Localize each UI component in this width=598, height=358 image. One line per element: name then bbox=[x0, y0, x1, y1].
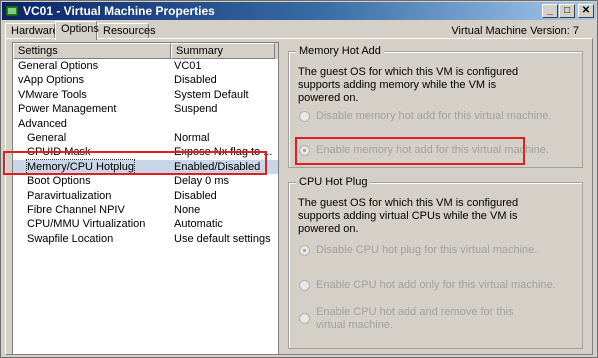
maximize-button[interactable]: □ bbox=[559, 4, 575, 18]
list-item-cpu-mmu-virtualization[interactable]: CPU/MMU Virtualization Automatic bbox=[13, 217, 278, 231]
list-item-boot-options[interactable]: Boot Options Delay 0 ms bbox=[13, 174, 278, 188]
setting-summary: Suspend bbox=[174, 103, 218, 116]
list-item-swapfile-location[interactable]: Swapfile Location Use default settings bbox=[13, 232, 278, 246]
list-item-paravirtualization[interactable]: Paravirtualization Disabled bbox=[13, 189, 278, 203]
list-item-advanced[interactable]: Advanced bbox=[13, 117, 278, 131]
cpu-hot-plug-description: The guest OS for which this VM is config… bbox=[298, 197, 519, 235]
radio-button-on[interactable] bbox=[299, 145, 310, 156]
list-item-cpuid-mask[interactable]: CPUID Mask Expose Nx flag to ... bbox=[13, 145, 278, 159]
list-item-fibre-channel-npiv[interactable]: Fibre Channel NPIV None bbox=[13, 203, 278, 217]
setting-summary: VC01 bbox=[174, 60, 202, 72]
setting-name: Swapfile Location bbox=[27, 232, 114, 245]
setting-summary: Normal bbox=[174, 131, 210, 144]
setting-summary: Automatic bbox=[174, 218, 223, 231]
list-item-vapp-options[interactable]: vApp Options Disabled bbox=[13, 73, 278, 87]
setting-summary: Enabled/Disabled bbox=[174, 160, 261, 173]
setting-name: General Options bbox=[18, 60, 99, 72]
setting-summary: Disabled bbox=[174, 74, 217, 87]
radio-button-off[interactable] bbox=[299, 111, 310, 122]
setting-name: CPUID Mask bbox=[27, 146, 91, 159]
list-header: Settings Summary bbox=[13, 43, 278, 59]
list-item-general[interactable]: General Normal bbox=[13, 131, 278, 145]
setting-name: Boot Options bbox=[27, 175, 91, 188]
radio-label: Enable CPU hot add and remove for this v… bbox=[316, 306, 514, 331]
setting-name: Memory/CPU Hotplug bbox=[26, 158, 135, 175]
setting-name: Fibre Channel NPIV bbox=[27, 203, 125, 216]
setting-name: vApp Options bbox=[18, 74, 85, 87]
radio-button-on[interactable] bbox=[299, 245, 310, 256]
column-header-summary[interactable]: Summary bbox=[171, 43, 275, 59]
tab-options[interactable]: Options bbox=[55, 21, 99, 40]
memory-hot-add-group: Memory Hot Add The guest OS for which th… bbox=[288, 45, 583, 168]
cpu-hot-plug-group: CPU Hot Plug The guest OS for which this… bbox=[288, 176, 583, 349]
tab-hardware[interactable]: Hardware bbox=[5, 23, 59, 39]
setting-name: Advanced bbox=[18, 117, 67, 130]
list-item-vmware-tools[interactable]: VMware Tools System Default bbox=[13, 88, 278, 102]
radio-button-off[interactable] bbox=[299, 280, 310, 291]
close-button[interactable]: ✕ bbox=[578, 4, 594, 18]
setting-name: VMware Tools bbox=[18, 88, 87, 101]
list-item-general-options[interactable]: General Options VC01 bbox=[13, 59, 278, 73]
radio-label: Enable memory hot add for this virtual m… bbox=[316, 144, 549, 156]
radio-label: Enable CPU hot add only for this virtual… bbox=[316, 279, 556, 291]
setting-summary: System Default bbox=[174, 88, 249, 101]
list-item-memory-cpu-hotplug[interactable]: Memory/CPU Hotplug Enabled/Disabled bbox=[13, 158, 278, 175]
memory-hot-add-title: Memory Hot Add bbox=[296, 45, 384, 58]
list-item-power-management[interactable]: Power Management Suspend bbox=[13, 102, 278, 116]
memory-hot-add-description: The guest OS for which this VM is config… bbox=[298, 66, 519, 104]
setting-summary: Use default settings bbox=[174, 232, 271, 245]
setting-summary: Expose Nx flag to ... bbox=[174, 146, 273, 159]
vm-properties-window: VC01 - Virtual Machine Properties _ □ ✕ … bbox=[0, 0, 598, 358]
setting-summary: Delay 0 ms bbox=[174, 175, 230, 188]
setting-name: General bbox=[27, 131, 67, 144]
cpu-hot-plug-title: CPU Hot Plug bbox=[296, 176, 371, 189]
setting-name: Power Management bbox=[18, 103, 117, 116]
tab-strip: Hardware Options Resources Virtual Machi… bbox=[1, 21, 597, 40]
radio-button-off[interactable] bbox=[299, 313, 310, 324]
setting-name: CPU/MMU Virtualization bbox=[27, 218, 146, 231]
settings-rows: General Options VC01 vApp Options Disabled… bbox=[13, 59, 278, 246]
title-bar[interactable]: VC01 - Virtual Machine Properties _ □ ✕ bbox=[2, 2, 596, 20]
column-header-settings[interactable]: Settings bbox=[13, 43, 171, 59]
window-title: VC01 - Virtual Machine Properties bbox=[23, 4, 215, 18]
radio-label: Disable CPU hot plug for this virtual ma… bbox=[316, 244, 538, 256]
setting-name: Paravirtualization bbox=[27, 189, 112, 202]
minimize-button[interactable]: _ bbox=[542, 4, 558, 18]
vm-version-label: Virtual Machine Version: 7 bbox=[451, 25, 579, 37]
tab-resources[interactable]: Resources bbox=[97, 23, 156, 39]
radio-label: Disable memory hot add for this virtual … bbox=[316, 110, 552, 122]
setting-summary: None bbox=[174, 203, 201, 216]
setting-summary: Disabled bbox=[174, 189, 217, 202]
vm-app-icon bbox=[5, 5, 19, 17]
settings-list[interactable]: Settings Summary General Options VC01 vAp… bbox=[12, 42, 279, 355]
